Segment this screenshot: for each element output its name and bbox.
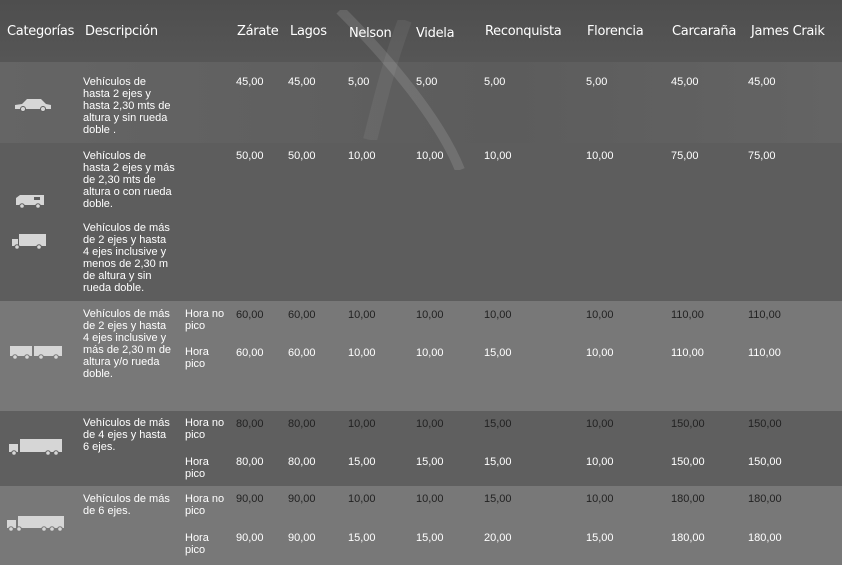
header-zarate: Zárate bbox=[237, 24, 279, 39]
row-5b-zarate: 80,00 bbox=[236, 456, 264, 468]
row-4a-videla: 10,00 bbox=[416, 309, 444, 321]
row-6a-florencia: 10,00 bbox=[586, 493, 614, 505]
header-descripcion: Descripción bbox=[85, 24, 158, 39]
box-truck-icon bbox=[9, 439, 62, 456]
car-icon bbox=[15, 99, 51, 112]
semi-truck-icon bbox=[7, 516, 64, 532]
row-5b-carcarana: 150,00 bbox=[671, 456, 705, 468]
row-4a-lagos: 60,00 bbox=[288, 309, 316, 321]
row-6a-nelson: 10,00 bbox=[348, 493, 376, 505]
row-4a-carcarana: 110,00 bbox=[671, 309, 704, 321]
row-4a-reconquista: 10,00 bbox=[484, 309, 512, 321]
row-4-description: Vehículos de más de 2 ejes y hasta 4 eje… bbox=[83, 308, 172, 380]
row-5b-nelson: 15,00 bbox=[348, 456, 376, 468]
header-florencia: Florencia bbox=[587, 24, 644, 39]
row-5b-james-craik: 150,00 bbox=[748, 456, 782, 468]
row-6a-videla: 10,00 bbox=[416, 493, 444, 505]
row-5b-lagos: 80,00 bbox=[288, 456, 316, 468]
row-4-hora-pico: Hora pico bbox=[185, 346, 209, 370]
truck-trailer-icon bbox=[10, 346, 62, 360]
row-5a-lagos: 80,00 bbox=[288, 418, 316, 430]
row-4-hora-no-pico: Hora no pico bbox=[185, 308, 225, 332]
row-4a-zarate: 60,00 bbox=[236, 309, 264, 321]
row-4b-james-craik: 110,00 bbox=[748, 347, 781, 359]
row-6a-reconquista: 15,00 bbox=[484, 493, 512, 505]
row-2-description: Vehículos de hasta 2 ejes y más de 2,30 … bbox=[83, 150, 175, 210]
toll-rates-table: Categorías Descripción Zárate Lagos Nels… bbox=[0, 0, 842, 565]
row-5a-zarate: 80,00 bbox=[236, 418, 264, 430]
row-6b-nelson: 15,00 bbox=[348, 532, 376, 544]
row-6-hora-no-pico: Hora no pico bbox=[185, 493, 225, 517]
row-2-nelson: 10,00 bbox=[348, 150, 376, 162]
row-2-carcarana: 75,00 bbox=[671, 150, 699, 162]
header-categorias: Categorías bbox=[7, 24, 75, 39]
row-4a-james-craik: 110,00 bbox=[748, 309, 781, 321]
row-2-reconquista: 10,00 bbox=[484, 150, 512, 162]
row-4a-florencia: 10,00 bbox=[586, 309, 614, 321]
row-6b-florencia: 15,00 bbox=[586, 532, 614, 544]
row-5b-videla: 15,00 bbox=[416, 456, 444, 468]
row-4b-reconquista: 15,00 bbox=[484, 347, 512, 359]
row-5a-videla: 10,00 bbox=[416, 418, 444, 430]
row-4b-zarate: 60,00 bbox=[236, 347, 264, 359]
row-1-carcarana: 45,00 bbox=[671, 76, 699, 88]
row-1-videla: 5,00 bbox=[416, 76, 438, 88]
header-carcarana: Carcaraña bbox=[672, 24, 737, 39]
row-1-description: Vehículos de hasta 2 ejes y hasta 2,30 m… bbox=[83, 76, 171, 136]
row-1-zarate: 45,00 bbox=[236, 76, 264, 88]
row-5a-reconquista: 15,00 bbox=[484, 418, 512, 430]
header-reconquista: Reconquista bbox=[485, 24, 562, 39]
row-4b-florencia: 10,00 bbox=[586, 347, 614, 359]
header-lagos: Lagos bbox=[290, 24, 327, 39]
row-1-lagos: 45,00 bbox=[288, 76, 316, 88]
row-2-lagos: 50,00 bbox=[288, 150, 316, 162]
row-6b-james-craik: 180,00 bbox=[748, 532, 782, 544]
row-5a-carcarana: 150,00 bbox=[671, 418, 705, 430]
row-6a-lagos: 90,00 bbox=[288, 493, 316, 505]
row-6b-videla: 15,00 bbox=[416, 532, 444, 544]
row-1-james-craik: 45,00 bbox=[748, 76, 776, 88]
row-6b-carcarana: 180,00 bbox=[671, 532, 705, 544]
row-1-florencia: 5,00 bbox=[586, 76, 608, 88]
header-james-craik: James Craik bbox=[751, 24, 825, 39]
row-1-reconquista: 5,00 bbox=[484, 76, 506, 88]
row-5a-james-craik: 150,00 bbox=[748, 418, 782, 430]
row-6-description: Vehículos de más de 6 ejes. bbox=[83, 493, 170, 517]
row-1-nelson: 5,00 bbox=[348, 76, 370, 88]
small-truck-icon bbox=[12, 234, 46, 250]
row-5-hora-no-pico: Hora no pico bbox=[185, 417, 225, 441]
row-4a-nelson: 10,00 bbox=[348, 309, 376, 321]
row-6b-zarate: 90,00 bbox=[236, 532, 264, 544]
row-4b-lagos: 60,00 bbox=[288, 347, 316, 359]
row-4b-nelson: 10,00 bbox=[348, 347, 376, 359]
row-2-james-craik: 75,00 bbox=[748, 150, 776, 162]
row-5b-reconquista: 15,00 bbox=[484, 456, 512, 468]
row-2-florencia: 10,00 bbox=[586, 150, 614, 162]
row-5-description: Vehículos de más de 4 ejes y hasta 6 eje… bbox=[83, 417, 170, 453]
row-5-hora-pico: Hora pico bbox=[185, 456, 209, 480]
row-5b-florencia: 10,00 bbox=[586, 456, 614, 468]
row-6a-james-craik: 180,00 bbox=[748, 493, 782, 505]
row-6a-carcarana: 180,00 bbox=[671, 493, 705, 505]
row-6-hora-pico: Hora pico bbox=[185, 532, 209, 556]
row-2-videla: 10,00 bbox=[416, 150, 444, 162]
motorhome-icon bbox=[16, 195, 44, 209]
row-6b-reconquista: 20,00 bbox=[484, 532, 512, 544]
row-2-zarate: 50,00 bbox=[236, 150, 264, 162]
row-4b-carcarana: 110,00 bbox=[671, 347, 704, 359]
row-4b-videla: 10,00 bbox=[416, 347, 444, 359]
row-5a-nelson: 10,00 bbox=[348, 418, 376, 430]
row-5a-florencia: 10,00 bbox=[586, 418, 614, 430]
row-6b-lagos: 90,00 bbox=[288, 532, 316, 544]
row-6a-zarate: 90,00 bbox=[236, 493, 264, 505]
row-3-description: Vehículos de más de 2 ejes y hasta 4 eje… bbox=[83, 222, 170, 294]
